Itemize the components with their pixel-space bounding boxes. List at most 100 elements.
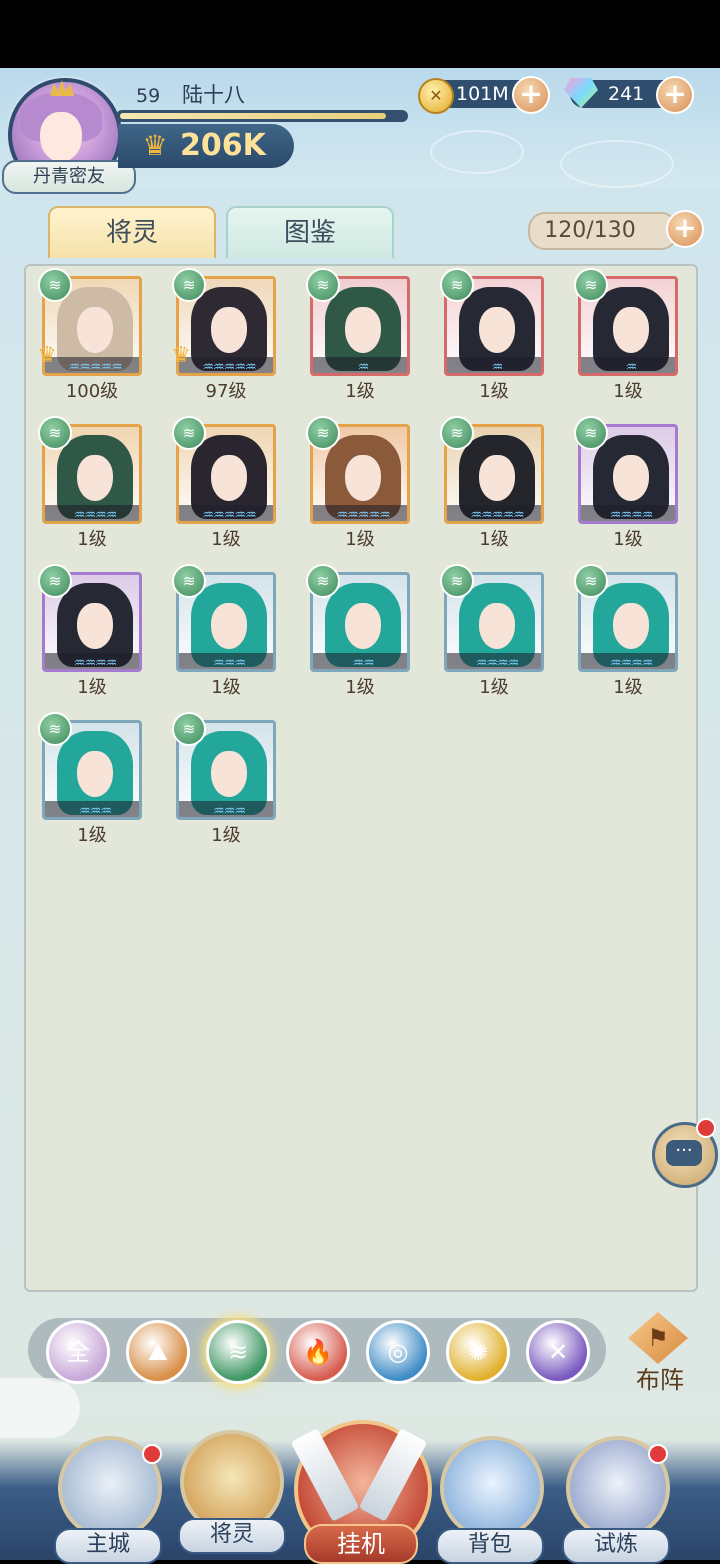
filter-mountain-icon[interactable]: ⛰ <box>126 1320 190 1384</box>
hero-star-rating: ♒ <box>357 360 370 375</box>
tab-heroes[interactable]: 将灵 <box>48 206 216 258</box>
nav-bag[interactable]: 背包 <box>436 1528 544 1564</box>
hero-portrait-face <box>77 603 113 649</box>
wind-element-icon: ≋ <box>38 564 72 598</box>
hero-level: 1级 <box>211 529 241 550</box>
hero-portrait-face <box>613 603 649 649</box>
nav-main-city[interactable]: 主城 <box>54 1528 162 1564</box>
wind-element-icon: ≋ <box>38 712 72 746</box>
cloud-decoration <box>430 130 524 174</box>
wind-element-icon: ≋ <box>306 416 340 450</box>
add-coins-button[interactable]: + <box>512 76 550 114</box>
expand-capacity-button[interactable]: + <box>666 210 704 248</box>
side-panel-decoration <box>0 1378 80 1438</box>
coin-amount: 101M <box>456 83 509 105</box>
hero-portrait-face <box>479 603 515 649</box>
hero-level: 97级 <box>205 381 247 402</box>
hero-level: 1级 <box>345 677 375 698</box>
hero-level: 1级 <box>613 529 643 550</box>
wind-element-icon: ≋ <box>574 564 608 598</box>
formation-button-label[interactable]: 布阵 <box>620 1364 700 1396</box>
hero-portrait-face <box>345 455 381 501</box>
hero-portrait-face <box>211 455 247 501</box>
hero-star-rating: ♒♒♒♒ <box>609 656 654 671</box>
hero-portrait-face <box>211 307 247 353</box>
cloud-decoration <box>560 140 674 188</box>
status-bar <box>0 0 720 68</box>
filter-light-icon[interactable]: ✺ <box>446 1320 510 1384</box>
hero-level: 1级 <box>345 381 375 402</box>
wind-element-icon: ≋ <box>172 268 206 302</box>
wind-element-icon: ≋ <box>172 416 206 450</box>
filter-wind-icon[interactable]: ≋ <box>206 1320 270 1384</box>
player-title: 丹青密友 <box>2 160 136 194</box>
hero-level: 1级 <box>77 529 107 550</box>
avatar-face <box>40 112 82 162</box>
add-gems-button[interactable]: + <box>656 76 694 114</box>
bag-icon[interactable] <box>440 1436 544 1540</box>
hero-portrait-face <box>211 751 247 797</box>
coin-icon: ✕ <box>418 78 454 114</box>
hero-portrait-face <box>345 603 381 649</box>
hero-portrait-face <box>211 603 247 649</box>
wind-element-icon: ≋ <box>440 564 474 598</box>
hero-capacity-text: 120/130 <box>544 218 636 243</box>
hero-portrait-face <box>479 455 515 501</box>
hero-level: 1级 <box>613 677 643 698</box>
hero-star-rating: ♒♒♒♒♒ <box>202 508 256 523</box>
hero-level: 1级 <box>345 529 375 550</box>
hero-level: 1级 <box>77 677 107 698</box>
chat-notification-dot <box>696 1118 716 1138</box>
awakened-crown-icon: ♛ <box>37 343 57 368</box>
filter-fire-icon[interactable]: 🔥 <box>286 1320 350 1384</box>
hero-portrait-face <box>77 751 113 797</box>
nav-idle[interactable]: 挂机 <box>304 1524 418 1564</box>
wind-element-icon: ≋ <box>440 268 474 302</box>
tab-codex[interactable]: 图鉴 <box>226 206 394 258</box>
nav-heroes[interactable]: 将灵 <box>178 1518 286 1554</box>
wind-element-icon: ≋ <box>574 268 608 302</box>
main-city-notification-dot <box>142 1444 162 1464</box>
filter-dark-icon[interactable]: ✕ <box>526 1320 590 1384</box>
hero-portrait-face <box>345 307 381 353</box>
player-level: 59 <box>136 85 161 107</box>
wind-element-icon: ≋ <box>38 416 72 450</box>
hero-level: 1级 <box>211 825 241 846</box>
wind-element-icon: ≋ <box>574 416 608 450</box>
wind-element-icon: ≋ <box>306 564 340 598</box>
wind-element-icon: ≋ <box>440 416 474 450</box>
awakened-crown-icon: ♛ <box>171 343 191 368</box>
hero-level: 1级 <box>479 529 509 550</box>
hero-level: 1级 <box>479 677 509 698</box>
hero-star-rating: ♒♒♒♒ <box>609 508 654 523</box>
hero-level: 1级 <box>479 381 509 402</box>
nav-trial[interactable]: 试炼 <box>562 1528 670 1564</box>
player-name: 陆十八 <box>182 83 245 107</box>
hero-star-rating: ♒ <box>625 360 638 375</box>
hero-star-rating: ♒♒♒♒♒ <box>336 508 390 523</box>
wind-element-icon: ≋ <box>172 712 206 746</box>
hero-portrait-face <box>77 455 113 501</box>
hero-star-rating: ♒♒♒♒♒ <box>470 508 524 523</box>
trial-notification-dot <box>648 1444 668 1464</box>
filter-water-icon[interactable]: ◎ <box>366 1320 430 1384</box>
hero-star-rating: ♒♒♒♒ <box>73 656 118 671</box>
xp-bar-fill <box>120 113 386 119</box>
hero-level: 1级 <box>211 677 241 698</box>
hero-star-rating: ♒♒♒♒ <box>475 656 520 671</box>
hero-level: 1级 <box>613 381 643 402</box>
wind-element-icon: ≋ <box>38 268 72 302</box>
combat-power-icon: ♛ <box>142 129 168 162</box>
combat-power-value: 206K <box>180 128 266 163</box>
hero-portrait-face <box>479 307 515 353</box>
hero-portrait-face <box>77 307 113 353</box>
hero-star-rating: ♒♒♒ <box>213 656 246 671</box>
chat-icon: ··· <box>666 1140 702 1166</box>
hero-star-rating: ♒♒♒♒ <box>73 508 118 523</box>
hero-star-rating: ♒ <box>491 360 504 375</box>
hero-level: 1级 <box>77 825 107 846</box>
filter-all-icon[interactable]: 全 <box>46 1320 110 1384</box>
hero-star-rating: ♒♒♒ <box>79 804 112 819</box>
wind-element-icon: ≋ <box>306 268 340 302</box>
hero-capacity: 120/130 <box>528 212 678 250</box>
